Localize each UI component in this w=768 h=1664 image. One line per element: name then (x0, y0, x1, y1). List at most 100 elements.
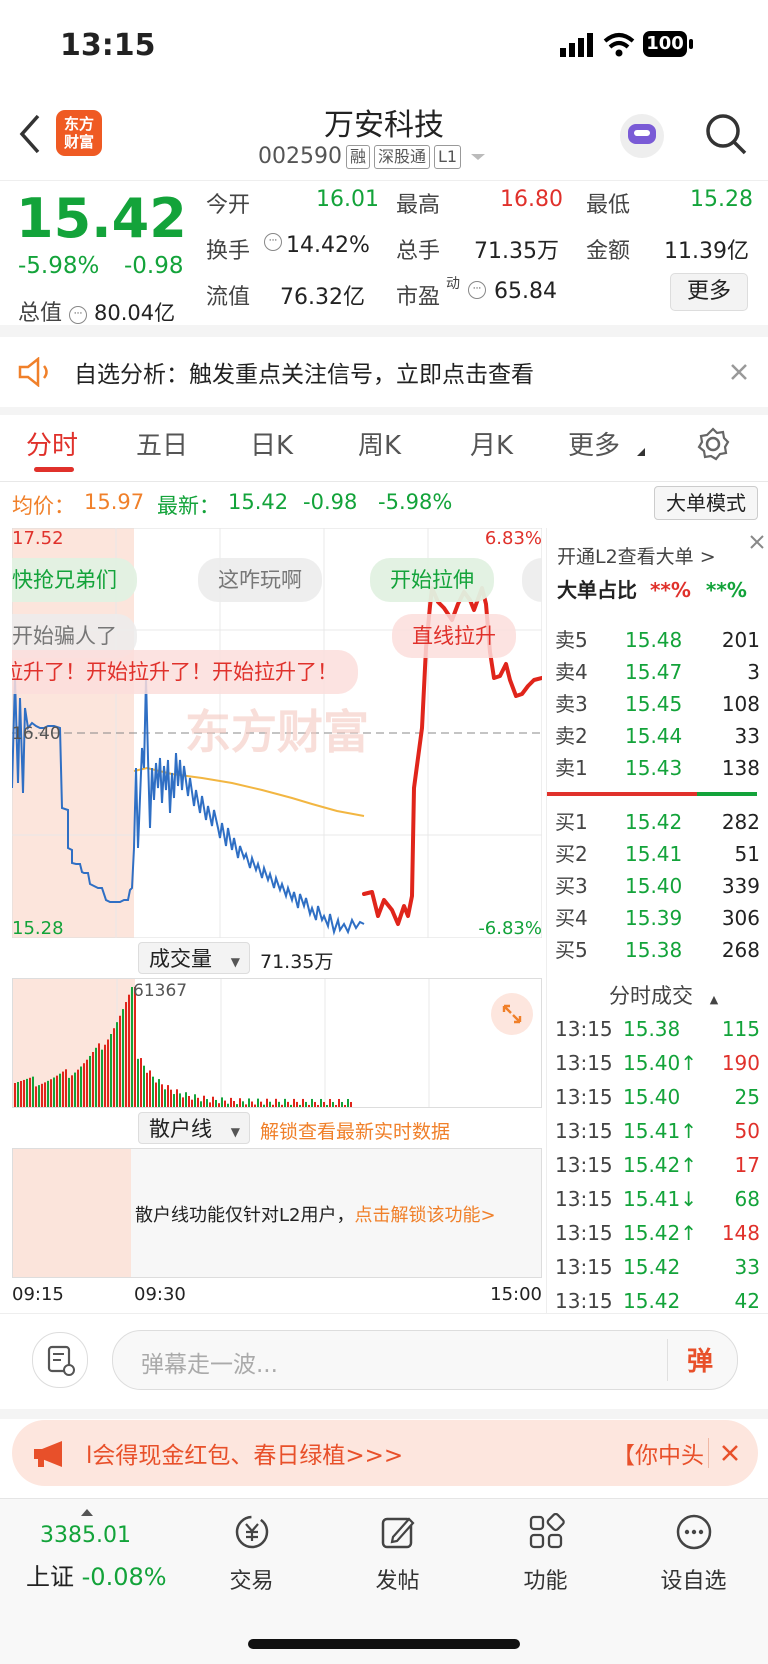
retail-unlock-feature-link[interactable]: 点击解锁该功能> (354, 1205, 495, 1226)
search-icon[interactable] (704, 112, 748, 156)
big-order-mode-button[interactable]: 大单模式 (654, 486, 758, 520)
volume-bar (56, 1075, 58, 1107)
volume-indicator-select[interactable]: 成交量 ▼ (138, 942, 250, 974)
nav-functions[interactable]: 功能 (476, 1512, 615, 1595)
volume-bar (122, 1009, 124, 1107)
tab-five-day[interactable]: 五日 (136, 425, 188, 462)
tick-price: 15.38 (623, 1017, 681, 1041)
tab-weekly-k[interactable]: 周K (358, 425, 401, 462)
volume-bar (185, 1092, 187, 1107)
book-level: 买2 (555, 842, 588, 866)
bid-row[interactable]: 买4 15.39 306 (555, 902, 760, 934)
close-icon[interactable] (749, 534, 765, 550)
volume-bar (146, 1072, 148, 1107)
nav-post[interactable]: 发帖 (328, 1513, 467, 1595)
volume-bar (164, 1089, 166, 1107)
stock-code-row[interactable]: 002590 融 深股通 L1 (258, 144, 489, 169)
divider (0, 1409, 768, 1419)
tab-monthly-k[interactable]: 月K (470, 425, 513, 462)
battery-cap (689, 39, 693, 49)
volume-bar (53, 1077, 55, 1107)
ticks-title-text: 分时成交 (609, 984, 693, 1008)
retail-indicator-select[interactable]: 散户线 ▼ (138, 1112, 250, 1144)
volume-bar (248, 1098, 250, 1107)
tick-row: 13:15 15.41↓ 68 (555, 1182, 760, 1216)
volume-bar (299, 1104, 301, 1107)
ask-row[interactable]: 卖3 15.45 108 (555, 688, 760, 720)
volume-bar (113, 1028, 115, 1107)
info-icon[interactable]: ··· (468, 281, 486, 299)
nav-trade[interactable]: 交易 (182, 1513, 321, 1595)
l2-upgrade-link[interactable]: 开通L2查看大单 > (557, 542, 716, 569)
book-volume: 51 (734, 842, 760, 866)
nav-add-watchlist-label: 设自选 (660, 1569, 727, 1594)
volume-chart[interactable]: 61367 (12, 978, 542, 1108)
promo-banner[interactable]: l会得现金红包、春日绿植>>> 【你中头 (12, 1420, 758, 1486)
open-value: 16.01 (316, 187, 379, 212)
ask-bid-bar-red (547, 792, 697, 796)
volume-bar (218, 1103, 220, 1107)
stock-code: 002590 (258, 144, 342, 169)
price-summary-row: 均价： 15.97 最新： 15.42 -0.98 -5.98% 大单模式 (0, 482, 768, 526)
pre-market-shade (13, 1149, 131, 1277)
mid-price: 16.40 (12, 724, 61, 744)
volume-bar (44, 1082, 46, 1107)
volume-bar (140, 1058, 142, 1107)
info-icon[interactable]: ··· (264, 233, 282, 251)
comment-list-icon[interactable] (32, 1332, 88, 1388)
close-icon[interactable] (720, 1443, 740, 1463)
book-volume: 201 (721, 628, 760, 652)
notice-bar[interactable]: 自选分析：触发重点关注信号，立即点击查看 (0, 337, 768, 407)
book-volume: 33 (734, 724, 760, 748)
volume-bar (320, 1098, 322, 1107)
info-icon[interactable]: ··· (69, 306, 88, 324)
danmaku-bubble: 直线拉升 (392, 614, 516, 658)
volume-bar (74, 1072, 76, 1107)
retail-unlock-link[interactable]: 解锁查看最新实时数据 (260, 1117, 450, 1144)
bid-row[interactable]: 买1 15.42 282 (555, 806, 760, 838)
open-label: 今开 (206, 193, 251, 218)
index-value[interactable]: 3385.01 (40, 1523, 131, 1548)
volume-bar (191, 1099, 193, 1107)
latest-value: 15.42 (228, 490, 289, 514)
comment-input[interactable]: 弹幕走一波... 弹 (112, 1330, 738, 1390)
volume-chart-svg (13, 979, 430, 1107)
robot-avatar-icon[interactable] (620, 114, 664, 158)
bid-row[interactable]: 买2 15.41 51 (555, 838, 760, 870)
bottom-nav: 3385.01 上证 -0.08% 交易 发帖 功能 设自选 (0, 1498, 768, 1664)
ask-row[interactable]: 卖4 15.47 3 (555, 656, 760, 688)
volume-bar (212, 1096, 214, 1107)
nav-add-watchlist[interactable]: 设自选 (624, 1513, 763, 1595)
tab-intraday[interactable]: 分时 (26, 425, 78, 462)
intraday-chart[interactable]: 东方财富 17.52 15.28 6.83% -6.83% 16.40 快抢兄弟… (12, 528, 542, 939)
volume-bar (239, 1098, 241, 1107)
bid-row[interactable]: 买5 15.38 268 (555, 934, 760, 966)
ask-row[interactable]: 卖2 15.44 33 (555, 720, 760, 752)
volume-bar (20, 1080, 22, 1107)
index-row[interactable]: 上证 -0.08% (26, 1557, 167, 1592)
volume-bar (344, 1104, 346, 1107)
volume-bar (347, 1098, 349, 1107)
gear-icon[interactable] (696, 427, 730, 461)
volume-bar (305, 1101, 307, 1107)
tab-more[interactable]: 更多 (568, 425, 620, 462)
danmaku-bubble: 快抢兄弟们 (12, 558, 137, 602)
tick-volume: 17 (734, 1153, 760, 1177)
volume-bar (155, 1082, 157, 1107)
close-icon[interactable] (730, 363, 748, 381)
expand-icon[interactable] (491, 993, 533, 1035)
volume-bar (83, 1063, 85, 1107)
tab-daily-k[interactable]: 日K (250, 425, 293, 462)
danmaku-send-button[interactable]: 弹 (687, 1341, 713, 1378)
volume-bar (350, 1101, 352, 1107)
volume-bar (23, 1079, 25, 1107)
ticks-title[interactable]: 分时成交 ▲ (609, 980, 718, 1010)
tick-time: 13:15 (555, 1221, 613, 1245)
ask-row[interactable]: 卖1 15.43 138 (555, 752, 760, 784)
ask-row[interactable]: 卖5 15.48 201 (555, 624, 760, 656)
bid-row[interactable]: 买3 15.40 339 (555, 870, 760, 902)
danmaku-row: 拉升了！开始拉升了！开始拉升了！ (12, 650, 392, 698)
more-button[interactable]: 更多 (670, 273, 748, 311)
volume-bar (341, 1101, 343, 1107)
volume-bar (71, 1075, 73, 1107)
